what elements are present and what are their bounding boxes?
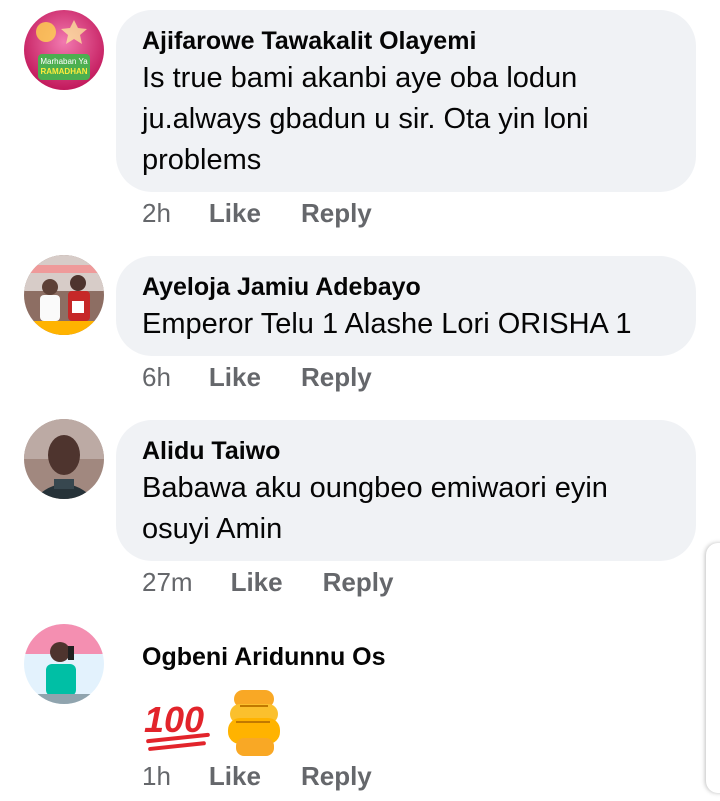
comment-text-line: problems [142,144,262,176]
comment-bubble: Ajifarowe Tawakalit Olayemi Is true bami… [116,10,696,192]
comment-author[interactable]: Ogbeni Aridunnu Os [142,640,490,674]
comment-text-line: Is true bami akanbi aye oba lodun [142,62,578,94]
comment-emoji-row: 100 [142,684,490,760]
like-button[interactable]: Like [209,761,261,792]
svg-text:100: 100 [144,699,204,740]
avatar-image [24,624,104,704]
like-button[interactable]: Like [209,362,261,393]
comment-timestamp[interactable]: 27m [142,567,193,598]
comment-actions: 27m Like Reply [142,567,393,598]
avatar[interactable] [24,255,104,335]
side-panel-handle[interactable] [706,543,720,793]
comment-text-line: Emperor Telu 1 Alashe Lori ORISHA 1 [142,308,632,340]
avatar-image: Marhaban Ya RAMADHAN [24,10,104,90]
comment-timestamp[interactable]: 1h [142,761,171,792]
hundred-points-icon: 100 [142,692,218,752]
avatar[interactable] [24,419,104,499]
like-button[interactable]: Like [231,567,283,598]
comment-text-line: ju.always gbadun u sir. Ota yin loni [142,103,589,135]
reply-button[interactable]: Reply [301,761,372,792]
comment-author[interactable]: Ayeloja Jamiu Adebayo [142,270,670,304]
avatar[interactable]: Marhaban Ya RAMADHAN [24,10,104,90]
comment-actions: 2h Like Reply [142,198,372,229]
comment-actions: 6h Like Reply [142,362,372,393]
raised-fist-icon [218,684,294,760]
comment-text-line: Babawa aku oungbeo emiwaori eyin [142,472,608,504]
avatar[interactable] [24,624,104,704]
comment-timestamp[interactable]: 6h [142,362,171,393]
comment-timestamp[interactable]: 2h [142,198,171,229]
comment-author[interactable]: Alidu Taiwo [142,434,670,468]
svg-text:RAMADHAN: RAMADHAN [40,67,87,76]
avatar-image [24,419,104,499]
avatar-image [24,255,104,335]
comment-bubble: Ogbeni Aridunnu Os 100 [116,626,516,756]
comment-author[interactable]: Ajifarowe Tawakalit Olayemi [142,24,670,58]
reply-button[interactable]: Reply [323,567,394,598]
like-button[interactable]: Like [209,198,261,229]
comment-text-line: osuyi Amin [142,513,283,545]
comment-bubble: Ayeloja Jamiu Adebayo Emperor Telu 1 Ala… [116,256,696,356]
comment-bubble: Alidu Taiwo Babawa aku oungbeo emiwaori … [116,420,696,561]
svg-text:Marhaban Ya: Marhaban Ya [40,57,88,66]
comment-actions: 1h Like Reply [142,761,372,792]
reply-button[interactable]: Reply [301,198,372,229]
reply-button[interactable]: Reply [301,362,372,393]
